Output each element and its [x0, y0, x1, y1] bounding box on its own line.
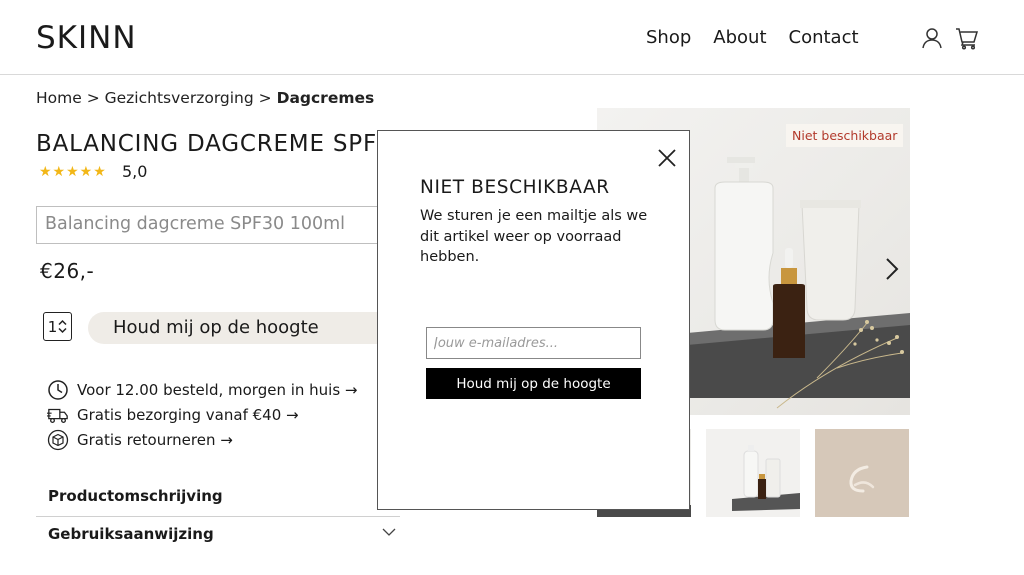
out-of-stock-modal: NIET BESCHIKBAAR We sturen je een mailtj…	[377, 130, 690, 510]
return-box-icon	[47, 429, 69, 451]
nav-contact[interactable]: Contact	[789, 27, 859, 48]
product-price: €26,-	[40, 259, 95, 283]
notify-me-button[interactable]: Houd mij op de hoogte	[88, 312, 388, 344]
logo[interactable]: SKINN	[36, 20, 137, 56]
clock-icon	[48, 380, 68, 400]
usp-text: Gratis bezorging vanaf €40 →	[77, 406, 299, 424]
user-icon[interactable]	[920, 26, 944, 50]
site-header: SKINN Shop About Contact	[0, 0, 1024, 75]
quantity-value: 1	[47, 317, 58, 336]
accordion-usage-instructions[interactable]: Gebruiksaanwijzing	[36, 525, 400, 543]
divider	[36, 516, 400, 517]
rating-value: 5,0	[122, 162, 148, 181]
modal-title: NIET BESCHIKBAAR	[420, 177, 610, 198]
thumbnail-image	[849, 465, 875, 493]
accordion-label: Productomschrijving	[48, 487, 223, 505]
accordion-label: Gebruiksaanwijzing	[48, 525, 214, 543]
thumbnail-image	[732, 445, 800, 511]
breadcrumb-current: Dagcremes	[276, 89, 375, 107]
chevron-right-icon[interactable]	[880, 254, 904, 284]
main-nav: Shop About Contact	[646, 27, 859, 48]
breadcrumb: Home > Gezichtsverzorging > Dagcremes	[36, 89, 374, 107]
accordion-product-description[interactable]: Productomschrijving	[36, 487, 400, 505]
breadcrumb-separator: >	[81, 89, 105, 107]
breadcrumb-separator: >	[253, 89, 277, 107]
truck-icon	[47, 408, 68, 423]
email-input[interactable]	[426, 327, 641, 359]
unavailable-badge: Niet beschikbaar	[786, 124, 904, 147]
thumbnail-2[interactable]	[706, 429, 800, 517]
usp-text: Voor 12.00 besteld, morgen in huis →	[77, 381, 358, 399]
stepper-arrows-icon[interactable]	[58, 319, 67, 334]
usp-free-shipping[interactable]: Gratis bezorging vanaf €40 →	[47, 404, 299, 426]
usp-free-returns[interactable]: Gratis retourneren →	[47, 429, 233, 451]
breadcrumb-home[interactable]: Home	[36, 89, 82, 107]
close-icon[interactable]	[656, 147, 678, 169]
breadcrumb-category[interactable]: Gezichtsverzorging	[105, 89, 254, 107]
thumbnail-3[interactable]	[815, 429, 909, 517]
rating-stars: ★★★★★	[39, 164, 107, 180]
nav-shop[interactable]: Shop	[646, 27, 691, 48]
usp-text: Gratis retourneren →	[77, 431, 233, 449]
usp-delivery-time[interactable]: Voor 12.00 besteld, morgen in huis →	[47, 379, 358, 401]
modal-text: We sturen je een mailtje als we dit arti…	[420, 208, 648, 265]
notify-submit-button[interactable]: Houd mij op de hoogte	[426, 368, 641, 399]
product-title: BALANCING DAGCREME SPF30	[36, 131, 408, 157]
variant-select[interactable]: Balancing dagcreme SPF30 100ml	[36, 206, 386, 244]
nav-about[interactable]: About	[713, 27, 766, 48]
quantity-stepper[interactable]: 1	[43, 312, 72, 341]
cart-icon[interactable]	[955, 26, 979, 50]
chevron-down-icon	[382, 528, 396, 536]
